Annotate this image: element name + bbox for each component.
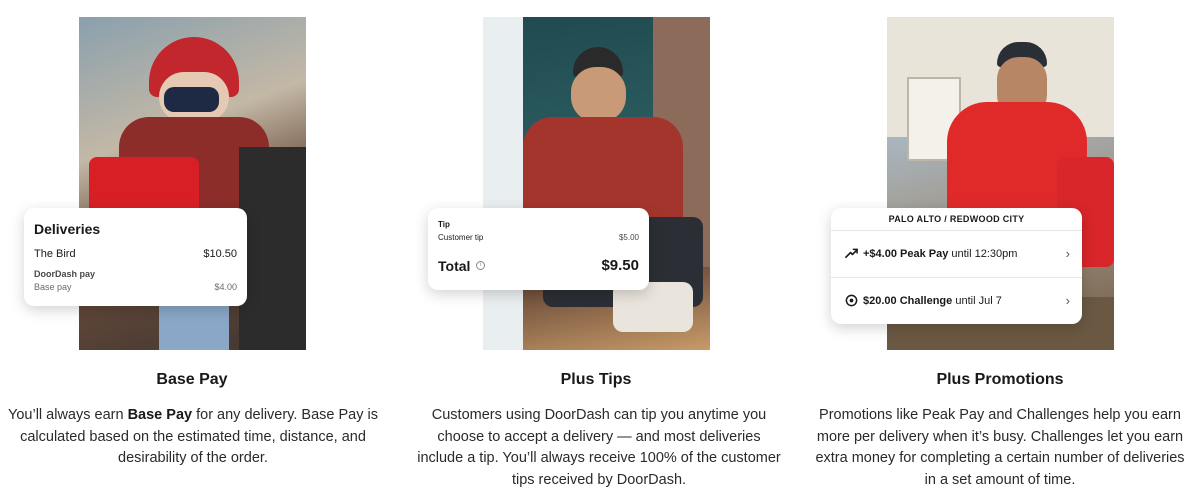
- dasher-photo-tips: [483, 17, 710, 350]
- promotions-card: PALO ALTO / REDWOOD CITY +$4.00 Peak Pay…: [831, 208, 1082, 324]
- peak-pay-icon: [845, 248, 858, 259]
- section-description: You’ll always earn Base Pay for any deli…: [8, 407, 378, 466]
- section-heading: Base Pay: [156, 371, 228, 388]
- challenge-until: until Jul 7: [952, 295, 1002, 307]
- deliveries-title: Deliveries: [34, 221, 101, 237]
- challenge-icon: [845, 294, 858, 307]
- section-base-pay: Deliveries The Bird $10.50 DoorDash pay …: [0, 0, 400, 501]
- chevron-right-icon: ›: [1065, 293, 1070, 308]
- chevron-right-icon: ›: [1065, 246, 1070, 261]
- promotion-location: PALO ALTO / REDWOOD CITY: [888, 214, 1025, 224]
- challenge-amount: $20.00 Challenge: [863, 295, 953, 307]
- tip-card: Tip Customer tip $5.00 Total i $9.50: [428, 208, 649, 290]
- peak-pay-until: until 12:30pm: [948, 248, 1018, 260]
- base-pay-emphasis: Base Pay: [127, 407, 193, 423]
- total-label: Total: [438, 258, 471, 274]
- total-amount: $9.50: [601, 257, 639, 274]
- deliveries-card: Deliveries The Bird $10.50 DoorDash pay …: [24, 208, 247, 306]
- section-description: Customers using DoorDash can tip you any…: [417, 407, 781, 488]
- customer-tip-label: Customer tip: [438, 233, 484, 242]
- customer-tip-amount: $5.00: [618, 233, 639, 242]
- section-heading: Plus Tips: [560, 371, 632, 388]
- challenge-row[interactable]: $20.00 Challenge until Jul 7 ›: [845, 292, 1070, 312]
- section-plus-tips: Tip Customer tip $5.00 Total i $9.50 Plu…: [400, 0, 800, 501]
- doordash-pay-label: DoorDash pay: [34, 269, 96, 279]
- section-description: Promotions like Peak Pay and Challenges …: [815, 407, 1185, 488]
- delivery-item-name: The Bird: [34, 248, 76, 260]
- section-heading: Plus Promotions: [936, 371, 1064, 388]
- peak-pay-row[interactable]: +$4.00 Peak Pay until 12:30pm ›: [845, 245, 1070, 265]
- divider: [831, 230, 1082, 231]
- peak-pay-amount: +$4.00 Peak Pay: [863, 248, 949, 260]
- delivery-item-amount: $10.50: [203, 248, 237, 260]
- divider: [831, 277, 1082, 278]
- base-pay-amount: $4.00: [214, 282, 237, 292]
- base-pay-label: Base pay: [34, 282, 72, 292]
- section-plus-promotions: PALO ALTO / REDWOOD CITY +$4.00 Peak Pay…: [800, 0, 1200, 501]
- info-icon: i: [476, 261, 485, 270]
- tip-label: Tip: [438, 220, 450, 229]
